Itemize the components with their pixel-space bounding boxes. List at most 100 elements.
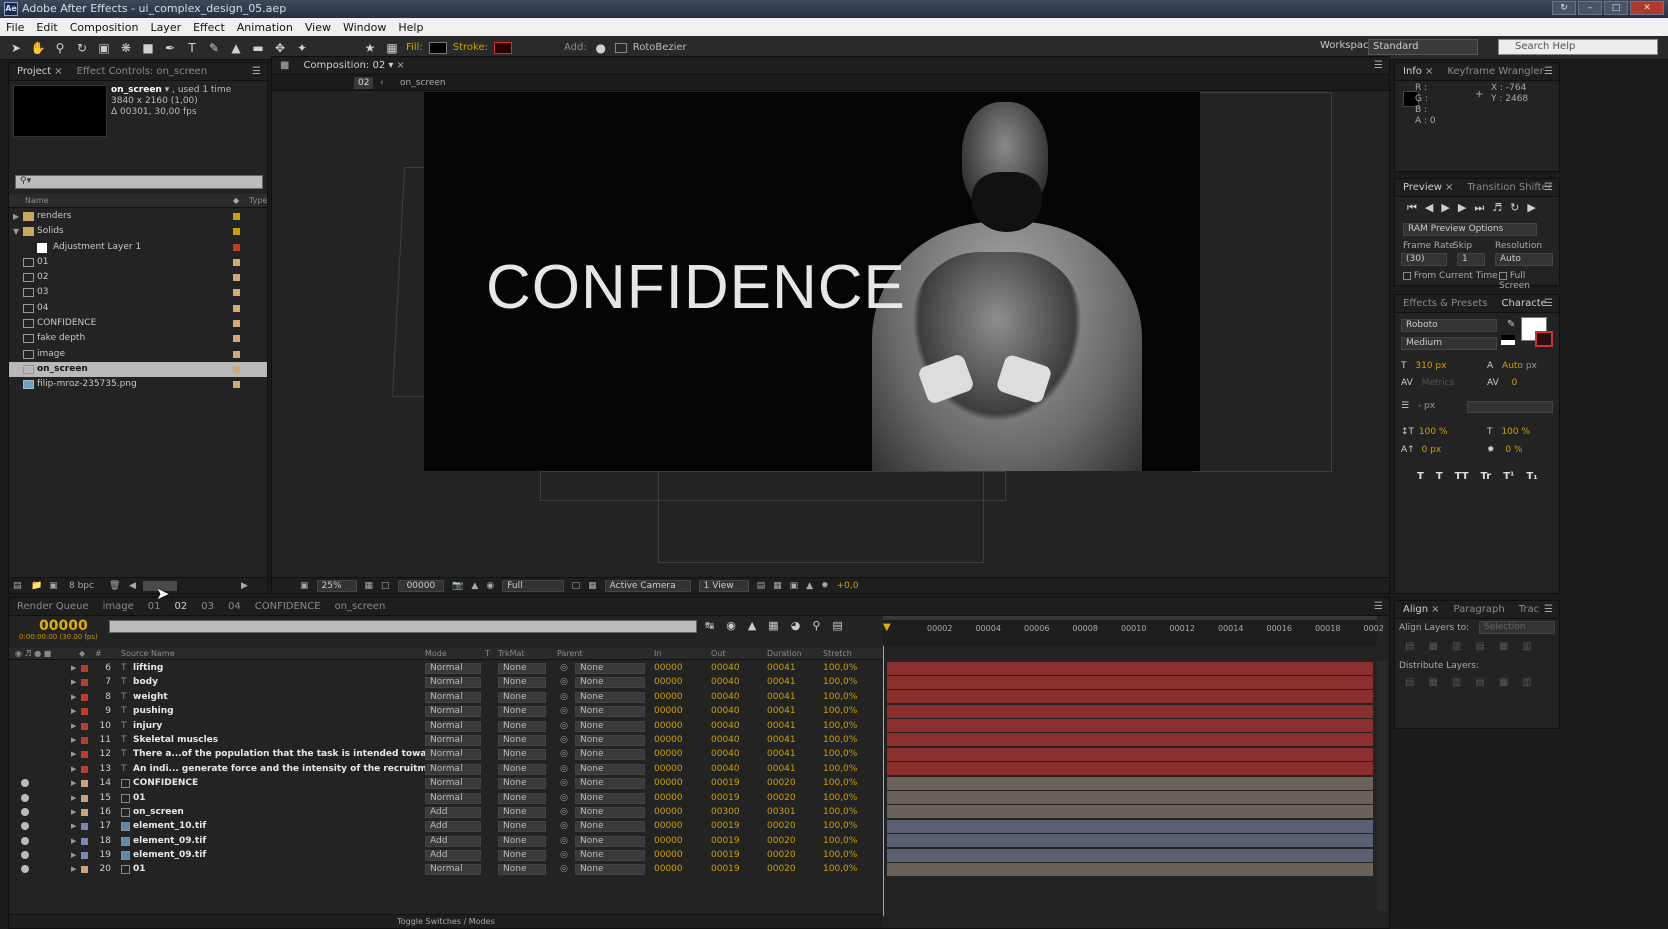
visibility-eye-icon[interactable] [21,750,29,758]
all-caps-button[interactable]: TT [1455,471,1469,482]
layer-row[interactable]: ▶ 18 element_09.tif Add None ◎ None 00000 00019 0… [9,834,883,848]
track-matte-dropdown[interactable]: None [498,806,546,818]
work-area-bar[interactable] [883,616,1377,620]
layer-row[interactable]: ▶ 19 element_09.tif Add None ◎ None 00000 00019 0… [9,848,883,862]
fill-swatch[interactable] [428,41,447,54]
twirl-arrow-icon[interactable]: ▶ [71,862,76,876]
interpret-footage-icon[interactable]: ▤ [13,578,22,594]
tab-preview[interactable]: Preview × [1403,182,1453,193]
stroke-color-swatch[interactable] [1535,331,1553,347]
layer-row[interactable]: ▶ 7 Tbody Normal None ◎ None 00000 00040 00041 100… [9,675,883,689]
twirl-arrow-icon[interactable]: ▶ [71,747,76,761]
shy-layers-icon[interactable]: ▲ [748,619,756,632]
project-item[interactable]: 04 [9,301,267,316]
exposure-icon[interactable]: ✹ [821,581,829,591]
rectangle-tool-icon[interactable]: ■ [140,40,156,56]
layer-name[interactable]: body [133,675,158,689]
trash-icon[interactable]: 🗑 [109,578,120,594]
parent-dropdown[interactable]: None [575,677,645,689]
twirl-arrow-icon[interactable]: ▶ [13,209,19,224]
track-matte-dropdown[interactable]: None [498,821,546,833]
timeline-tab[interactable]: on_screen [335,601,386,612]
timeline-vertical-scrollbar[interactable] [1377,661,1387,911]
duration[interactable]: 00041 [767,719,796,733]
toggle-pixel-icon[interactable]: ▤ [757,581,766,591]
layer-duration-bar[interactable] [887,791,1373,805]
kerning-value[interactable]: Metrics [1422,378,1455,388]
distribute-top-icon[interactable]: ▤ [1405,677,1414,688]
vertical-scale-value[interactable]: 100 % [1419,427,1448,437]
layer-row[interactable]: ▶ 8 Tweight Normal None ◎ None 00000 00040 00041 1… [9,690,883,704]
channel-icon[interactable]: ◉ [486,581,494,591]
parent-dropdown[interactable]: None [575,850,645,862]
layer-name[interactable]: 01 [133,791,146,805]
fast-previews-icon[interactable]: ▦ [773,581,782,591]
current-time-field[interactable]: 00000 [397,579,445,592]
blend-mode-dropdown[interactable]: Normal [425,677,481,689]
breadcrumb-comp[interactable]: 02 [354,77,374,89]
layer-label-swatch[interactable] [81,736,88,744]
out-point[interactable]: 00040 [711,661,740,675]
breadcrumb-next[interactable]: on_screen [400,75,446,91]
label-color-swatch[interactable] [233,213,240,220]
layer-label-swatch[interactable] [81,837,88,845]
first-frame-icon[interactable]: ⏮ [1407,201,1417,215]
track-matte-dropdown[interactable]: None [498,835,546,847]
brainstorm-icon[interactable]: ▤ [832,619,842,632]
visibility-eye-icon[interactable] [21,779,29,788]
layer-duration-bar[interactable] [887,704,1373,718]
track-matte-dropdown[interactable]: None [498,778,546,790]
menu-edit[interactable]: Edit [36,21,57,34]
duration[interactable]: 00020 [767,819,796,833]
pan-behind-tool-icon[interactable]: ❋ [118,40,134,56]
parent-dropdown[interactable]: None [575,792,645,804]
label-color-swatch[interactable] [233,350,240,358]
layer-row[interactable]: ▶ 11 T Skeletal muscles Normal None ◎ None 00000… [9,733,883,747]
parent-dropdown[interactable]: None [575,734,645,746]
duration[interactable]: 00041 [767,733,796,747]
puppet-tool-icon[interactable]: ✦ [294,40,310,56]
parent-dropdown[interactable]: None [575,864,645,876]
parent-dropdown[interactable]: None [575,706,645,718]
hand-tool-icon[interactable]: ✋ [30,40,46,56]
visibility-eye-icon[interactable] [21,793,29,802]
show-snapshot-icon[interactable]: ▲ [471,581,478,591]
blend-mode-dropdown[interactable]: Add [425,835,481,847]
tab-paragraph[interactable]: Paragraph [1453,604,1504,615]
panel-menu-icon[interactable]: ☰ [1374,601,1383,612]
rotate-tool-icon[interactable]: ↻ [74,40,90,56]
project-item[interactable]: ▼ Solids [9,224,267,239]
font-size-value[interactable]: 310 px [1415,361,1446,371]
parent-pick-whip-icon[interactable]: ◎ [560,819,568,833]
parent-dropdown[interactable]: None [575,691,645,703]
layer-label-swatch[interactable] [81,866,88,874]
out-point[interactable]: 00019 [711,819,740,833]
layer-row[interactable]: ▶ 15 01 Normal None ◎ None 00000 00019 00020 100,0… [9,791,883,805]
selection-tool-icon[interactable]: ➤ [8,40,24,56]
faux-bold-button[interactable]: T [1417,471,1424,482]
small-caps-button[interactable]: Tr [1481,471,1492,482]
blend-mode-dropdown[interactable]: Add [425,850,481,862]
mask-visibility-icon[interactable]: □ [381,581,390,591]
twirl-arrow-icon[interactable]: ▶ [71,719,76,733]
parent-pick-whip-icon[interactable]: ◎ [560,747,568,761]
pen-tool-icon[interactable]: ✒ [162,40,178,56]
align-v-center-icon[interactable]: ▦ [1499,641,1508,652]
font-family-dropdown[interactable]: Roboto [1401,319,1497,332]
visibility-eye-icon[interactable] [21,664,29,672]
parent-dropdown[interactable]: None [575,663,645,674]
layer-name[interactable]: element_09.tif [133,848,206,862]
current-time-display[interactable]: 00000 [39,618,88,634]
parent-pick-whip-icon[interactable]: ◎ [560,733,568,747]
distribute-right-icon[interactable]: ▥ [1522,677,1531,688]
camera-dropdown[interactable]: Active Camera [604,579,691,592]
parent-dropdown[interactable]: None [575,835,645,847]
camera-tool-icon[interactable]: ▣ [96,40,112,56]
leading-value[interactable]: Auto [1502,361,1523,371]
layer-name[interactable]: lifting [133,661,163,675]
stretch[interactable]: 100,0% [823,762,857,776]
menu-composition[interactable]: Composition [70,21,139,34]
star-icon[interactable]: ★ [362,40,378,56]
faux-italic-button[interactable]: T [1436,471,1443,482]
add-dropdown-icon[interactable]: ● [593,40,609,56]
